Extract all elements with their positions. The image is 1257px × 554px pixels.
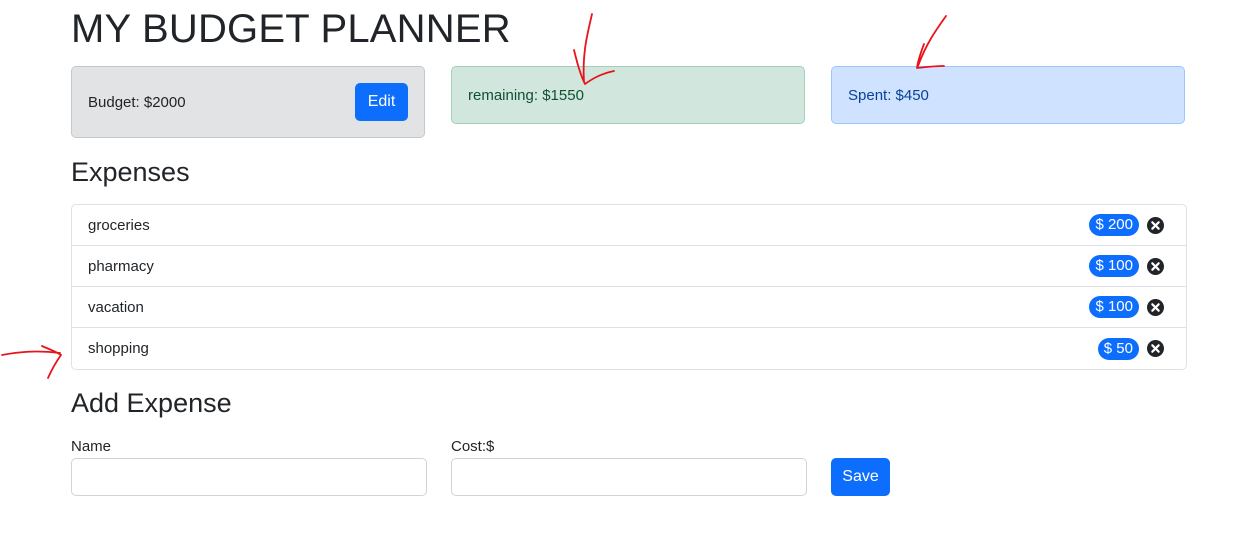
page-title: MY BUDGET PLANNER xyxy=(71,7,511,51)
remaining-text: remaining: $1550 xyxy=(468,86,584,104)
expenses-heading: Expenses xyxy=(71,157,190,187)
expense-list: groceries $ 200 pharmacy $ 100 vacation … xyxy=(71,204,1187,370)
cost-label: Cost:$ xyxy=(451,438,495,455)
budget-card: Budget: $2000 Edit xyxy=(71,66,425,138)
expense-name: shopping xyxy=(88,340,149,357)
name-input[interactable] xyxy=(71,458,427,496)
add-expense-heading: Add Expense xyxy=(71,388,232,418)
expense-cost-badge: $ 50 xyxy=(1097,337,1139,360)
remaining-card: remaining: $1550 xyxy=(451,66,805,124)
expense-cost-badge: $ 200 xyxy=(1089,214,1139,236)
expense-name: vacation xyxy=(88,298,144,316)
cost-input[interactable] xyxy=(451,458,807,496)
expense-name: pharmacy xyxy=(88,257,154,275)
expense-name: groceries xyxy=(88,216,150,234)
expense-item: pharmacy $ 100 xyxy=(72,246,1186,287)
expense-actions: $ 100 xyxy=(1089,296,1164,318)
save-button[interactable]: Save xyxy=(831,458,890,496)
edit-budget-button[interactable]: Edit xyxy=(355,83,408,121)
close-circle-icon[interactable] xyxy=(1147,340,1164,357)
close-circle-icon[interactable] xyxy=(1147,257,1164,275)
expense-actions: $ 100 xyxy=(1089,255,1164,277)
budget-text: Budget: $2000 xyxy=(88,93,186,111)
expense-cost-badge: $ 100 xyxy=(1089,296,1139,318)
expense-cost-badge: $ 100 xyxy=(1089,255,1139,277)
expense-actions: $ 50 xyxy=(1097,337,1164,360)
expense-item: groceries $ 200 xyxy=(72,205,1186,246)
spent-text: Spent: $450 xyxy=(848,86,929,104)
expense-actions: $ 200 xyxy=(1089,214,1164,236)
annotation-arrow-spent xyxy=(916,15,947,69)
spent-card: Spent: $450 xyxy=(831,66,1185,124)
expense-item: shopping $ 50 xyxy=(72,328,1186,369)
expense-item: vacation $ 100 xyxy=(72,287,1186,328)
close-circle-icon[interactable] xyxy=(1147,216,1164,234)
name-label: Name xyxy=(71,438,112,455)
close-circle-icon[interactable] xyxy=(1147,298,1164,316)
annotation-arrow-shopping xyxy=(1,345,62,379)
